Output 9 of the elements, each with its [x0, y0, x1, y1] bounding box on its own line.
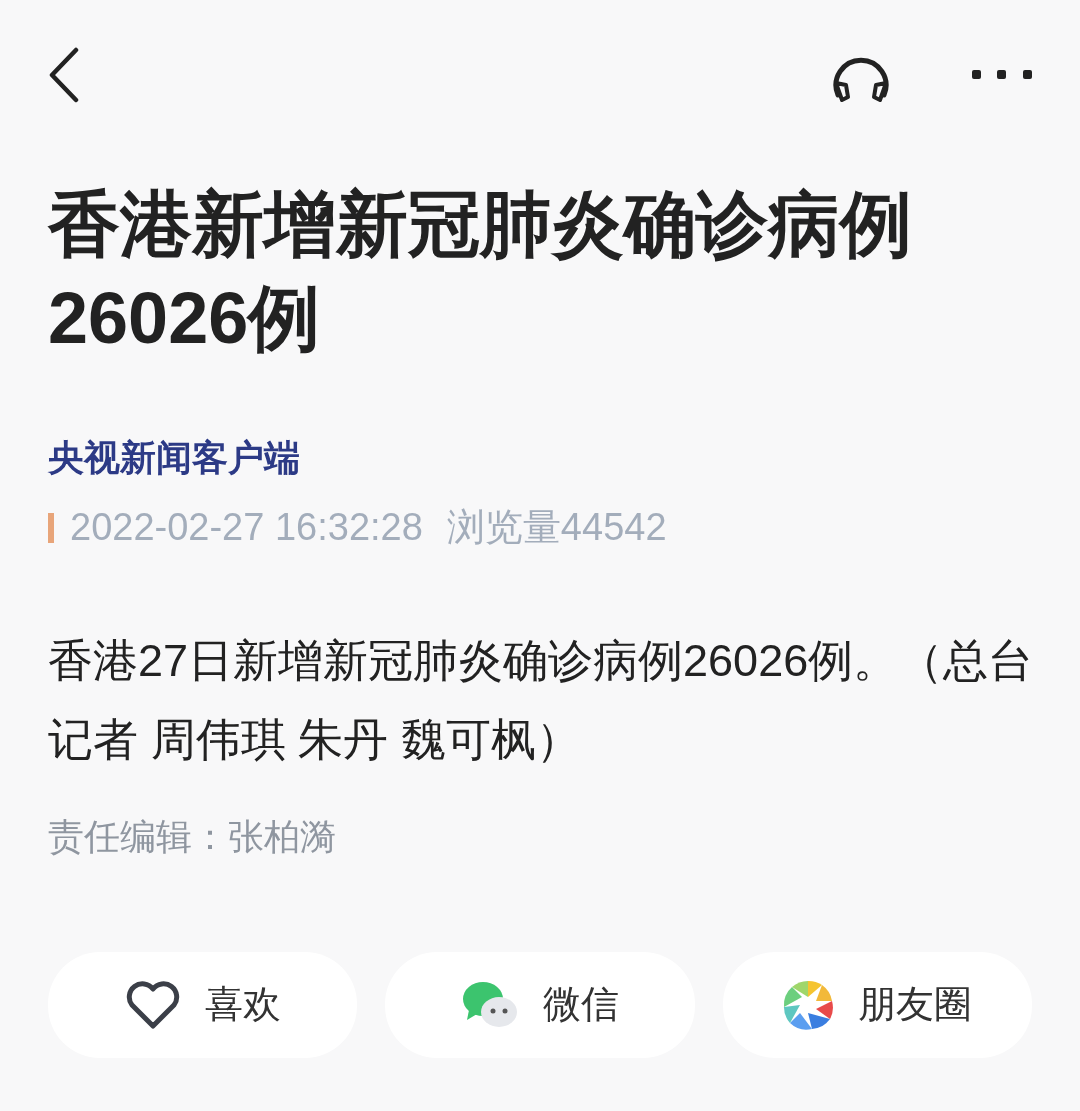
share-button[interactable]: 微信 [385, 951, 695, 1058]
like-button[interactable]: 喜欢 [48, 951, 358, 1058]
editor-credit: 责任编辑：张柏漪 [48, 814, 337, 859]
article-text: 香港27日新增新冠肺炎确诊病例26026例。（总台记者 周伟琪 朱丹 魏可枫） [48, 634, 1035, 767]
source-name[interactable]: 央视新闻客户端 [48, 431, 1032, 486]
share-button[interactable]: 朋友圈 [722, 951, 1032, 1058]
article-title: 香港新增新冠肺炎确诊病例26026例 [48, 183, 913, 360]
view-count: 浏览量44542 [446, 505, 667, 551]
publish-time: 2022-02-27 16:32:28 [70, 505, 423, 551]
